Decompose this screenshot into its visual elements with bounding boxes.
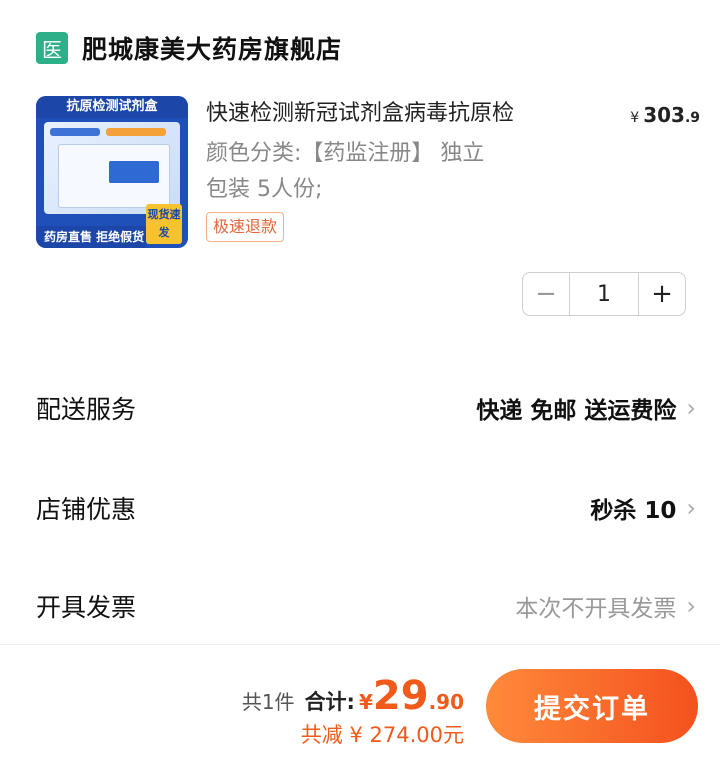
invoice-row[interactable]: 开具发票 本次不开具发票 › [36,584,696,628]
row-value: 秒杀 10 [590,498,677,524]
chevron-right-icon: › [686,494,696,522]
chevron-right-icon: › [686,394,696,422]
decrease-quantity-button[interactable]: − [523,273,569,315]
price-decimal: .9 [684,110,700,126]
store-name[interactable]: 肥城康美大药房旗舰店 [82,30,342,66]
pharmacy-badge-icon: 医 [36,32,68,64]
row-label: 开具发票 [36,593,137,622]
total-currency: ¥ [358,690,373,714]
product-price: ¥303.9 [608,100,700,133]
store-header[interactable]: 医 肥城康美大药房旗舰店 [36,28,342,68]
store-discount-row[interactable]: 店铺优惠 秒杀 10 › [36,486,696,530]
product-variant[interactable]: 颜色分类:【药监注册】 独立 包装 5人份; [206,136,586,208]
row-label: 配送服务 [36,395,137,424]
checkout-footer: 共1件 合计: ¥ 29 .90 共减 ¥ 274.00元 提交订单 [0,644,720,783]
row-label: 店铺优惠 [36,495,137,524]
total-label: 合计: [304,690,355,714]
product-title[interactable]: 快速检测新冠试剂盒病毒抗原检 [206,96,590,132]
order-summary: 共1件 合计: ¥ 29 .90 [241,673,464,719]
refund-tag: 极速退款 [206,212,285,242]
saved-amount: 共减 ¥ 274.00元 [300,723,464,747]
price-currency: ¥ [630,110,640,126]
total-integer: 29 [372,673,429,719]
total-decimal: .90 [428,690,464,714]
row-value: 本次不开具发票 [515,596,677,622]
delivery-service-row[interactable]: 配送服务 快递 免邮 送运费险 › [36,386,696,430]
row-value-container: 快递 免邮 送运费险 › [476,391,696,425]
row-value: 快递 免邮 送运费险 [476,398,677,424]
item-count: 共1件 [241,690,295,714]
increase-quantity-button[interactable]: + [639,273,685,315]
variant-line: 包装 5人份; [206,177,323,202]
thumbnail-box-graphic [44,122,180,214]
row-value-container: 秒杀 10 › [590,491,696,525]
order-card: 医 肥城康美大药房旗舰店 抗原检测试剂盒 药房直售 拒绝假货 现货速发 快速检测… [14,0,706,650]
submit-order-button[interactable]: 提交订单 [486,669,698,743]
row-value-container: 本次不开具发票 › [515,589,696,623]
variant-line: 颜色分类:【药监注册】 独立 [206,141,485,166]
thumbnail-bottom-text: 药房直售 拒绝假货 [36,226,146,248]
thumbnail-corner-tag: 现货速发 [146,204,182,244]
chevron-right-icon: › [686,592,696,620]
price-integer: 303 [643,103,685,127]
product-thumbnail[interactable]: 抗原检测试剂盒 药房直售 拒绝假货 现货速发 [36,96,188,248]
quantity-stepper: − 1 + [522,272,686,316]
quantity-value[interactable]: 1 [569,273,639,315]
thumbnail-title: 抗原检测试剂盒 [36,96,188,118]
